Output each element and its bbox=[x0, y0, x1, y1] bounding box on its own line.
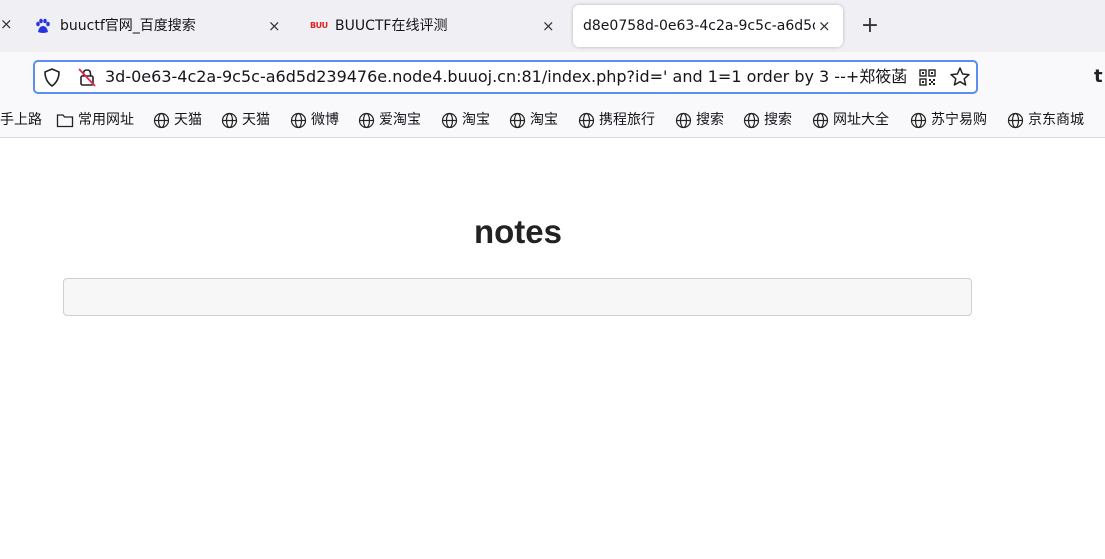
qr-code-icon[interactable] bbox=[919, 69, 936, 86]
navigation-toolbar: 3d-0e63-4c2a-9c5c-a6d5d239476e.node4.buu… bbox=[0, 52, 1105, 103]
bookmark-item[interactable]: 网址大全 bbox=[812, 103, 889, 137]
toolbar-overflow-icon[interactable]: t bbox=[1094, 66, 1103, 87]
url-text[interactable]: 3d-0e63-4c2a-9c5c-a6d5d239476e.node4.buu… bbox=[105, 62, 913, 92]
bookmark-item[interactable]: 京东商城 bbox=[1007, 103, 1084, 137]
tab-title: BUUCTF在线评测 bbox=[335, 18, 448, 34]
baidu-paw-icon bbox=[36, 18, 50, 33]
globe-icon bbox=[221, 112, 238, 128]
buuctf-logo-icon: BUU bbox=[310, 21, 328, 30]
bookmark-label: 搜索 bbox=[764, 112, 792, 128]
bookmark-label: 天猫 bbox=[174, 112, 202, 128]
bookmark-item[interactable]: 手上路 bbox=[0, 103, 42, 137]
globe-icon bbox=[910, 112, 927, 128]
globe-icon bbox=[358, 112, 375, 128]
globe-icon bbox=[509, 112, 526, 128]
bookmark-item[interactable]: 携程旅行 bbox=[578, 103, 655, 137]
bookmark-item[interactable]: 搜索 bbox=[743, 103, 792, 137]
bookmark-label: 手上路 bbox=[0, 112, 42, 128]
bookmarks-toolbar: 手上路 常用网址 天猫 天猫 微博 爱淘宝 淘宝 淘宝 携程旅行 搜索 搜索 网… bbox=[0, 103, 1105, 138]
insecure-lock-icon[interactable] bbox=[77, 67, 97, 89]
close-icon[interactable]: × bbox=[268, 5, 281, 47]
globe-icon bbox=[812, 112, 829, 128]
bookmark-label: 网址大全 bbox=[833, 112, 889, 128]
globe-icon bbox=[578, 112, 595, 128]
address-bar[interactable]: 3d-0e63-4c2a-9c5c-a6d5d239476e.node4.buu… bbox=[33, 60, 978, 94]
globe-icon bbox=[153, 112, 170, 128]
bookmark-label: 搜索 bbox=[696, 112, 724, 128]
bookmark-label: 携程旅行 bbox=[599, 112, 655, 128]
tracking-shield-icon[interactable] bbox=[42, 67, 62, 89]
tab-buuctf[interactable]: BUU BUUCTF在线评测 × bbox=[298, 5, 570, 47]
close-icon[interactable]: × bbox=[542, 5, 555, 47]
globe-icon bbox=[675, 112, 692, 128]
bookmark-label: 淘宝 bbox=[530, 112, 558, 128]
tab-baidu-search[interactable]: buuctf官网_百度搜索 × bbox=[20, 5, 292, 47]
globe-icon bbox=[1007, 112, 1024, 128]
bookmark-label: 苏宁易购 bbox=[931, 112, 987, 128]
bookmark-label: 天猫 bbox=[242, 112, 270, 128]
folder-icon bbox=[56, 113, 74, 127]
notes-box bbox=[63, 278, 972, 316]
bookmark-item[interactable]: 淘宝 bbox=[441, 103, 490, 137]
globe-icon bbox=[441, 112, 458, 128]
tab-notes-active[interactable]: d8e0758d-0e63-4c2a-9c5c-a6d5d239476e × bbox=[573, 5, 843, 47]
bookmark-label: 爱淘宝 bbox=[379, 112, 421, 128]
page-title: notes bbox=[473, 213, 562, 250]
tab-title: buuctf官网_百度搜索 bbox=[60, 18, 196, 34]
bookmark-label: 京东商城 bbox=[1028, 112, 1084, 128]
bookmark-item[interactable]: 搜索 bbox=[675, 103, 724, 137]
globe-icon bbox=[743, 112, 760, 128]
bookmark-label: 常用网址 bbox=[78, 112, 134, 128]
bookmark-item[interactable]: 苏宁易购 bbox=[910, 103, 987, 137]
bookmark-label: 淘宝 bbox=[462, 112, 490, 128]
bookmark-label: 微博 bbox=[311, 112, 339, 128]
new-tab-button[interactable]: + bbox=[858, 13, 882, 39]
close-icon[interactable]: × bbox=[0, 15, 13, 33]
bookmark-item[interactable]: 爱淘宝 bbox=[358, 103, 421, 137]
tab-strip: × buuctf官网_百度搜索 × BUU BUUCTF在线评测 × d8e07… bbox=[0, 0, 1105, 52]
bookmark-item[interactable]: 天猫 bbox=[221, 103, 270, 137]
bookmark-item[interactable]: 微博 bbox=[290, 103, 339, 137]
close-icon[interactable]: × bbox=[818, 5, 831, 47]
bookmark-folder[interactable]: 常用网址 bbox=[56, 103, 134, 137]
bookmark-item[interactable]: 天猫 bbox=[153, 103, 202, 137]
tab-title: d8e0758d-0e63-4c2a-9c5c-a6d5d239476e bbox=[583, 18, 815, 34]
bookmark-item[interactable]: 淘宝 bbox=[509, 103, 558, 137]
globe-icon bbox=[290, 112, 307, 128]
bookmark-star-icon[interactable] bbox=[949, 66, 971, 88]
